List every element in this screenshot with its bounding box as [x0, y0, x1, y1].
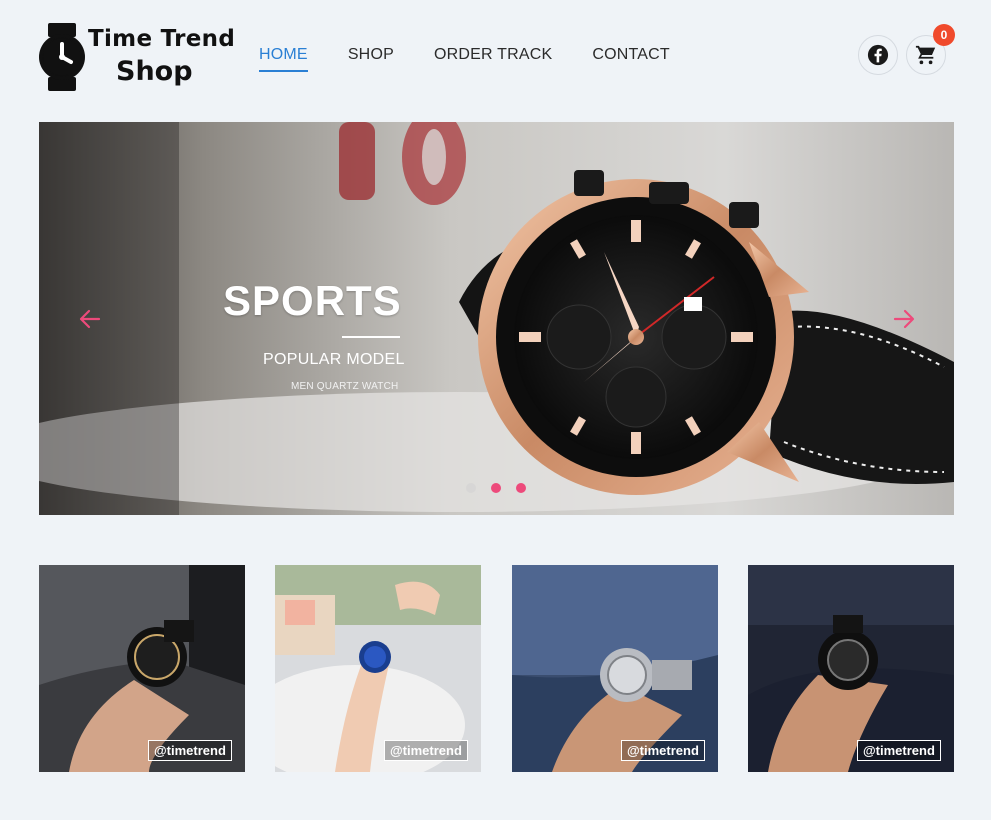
brand-name-line1: Time Trend: [88, 26, 236, 52]
slider-prev-button[interactable]: [77, 308, 103, 330]
site-header: Time Trend Shop HOME SHOP ORDER TRACK CO…: [0, 0, 991, 110]
gallery-tile[interactable]: @timetrend: [39, 565, 245, 772]
arrow-right-icon: [893, 309, 915, 329]
hero-subtitle: POPULAR MODEL: [263, 351, 405, 368]
gallery-tile[interactable]: @timetrend: [512, 565, 718, 772]
instagram-handle-tag: @timetrend: [384, 740, 468, 761]
gallery-tile[interactable]: @timetrend: [275, 565, 481, 772]
instagram-handle-tag: @timetrend: [857, 740, 941, 761]
slider-dots: [466, 483, 526, 493]
hero-slider: SPORTS POPULAR MODEL MEN QUARTZ WATCH: [39, 122, 954, 515]
cart-count-badge: 0: [933, 24, 955, 46]
facebook-button[interactable]: [858, 35, 898, 75]
nav-item-contact[interactable]: CONTACT: [592, 46, 670, 72]
hero-divider: [342, 336, 400, 338]
hero-title: SPORTS: [223, 277, 402, 324]
instagram-handle-tag: @timetrend: [148, 740, 232, 761]
instagram-gallery: @timetrend @timetrend @timetrend @timetr…: [39, 565, 954, 772]
nav-item-order-track[interactable]: ORDER TRACK: [434, 46, 552, 72]
cart-icon: [915, 45, 936, 65]
slider-dot-2[interactable]: [491, 483, 501, 493]
brand-logo[interactable]: Time Trend Shop: [38, 22, 236, 92]
hero-caption: MEN QUARTZ WATCH: [291, 381, 399, 392]
nav-item-home[interactable]: HOME: [259, 46, 308, 72]
facebook-icon: [867, 44, 889, 66]
main-nav: HOME SHOP ORDER TRACK CONTACT: [259, 46, 710, 72]
gallery-tile[interactable]: @timetrend: [748, 565, 954, 772]
hero-watch-image: [39, 122, 954, 515]
nav-item-shop[interactable]: SHOP: [348, 46, 394, 72]
slider-dot-3[interactable]: [516, 483, 526, 493]
arrow-left-icon: [79, 309, 101, 329]
watch-logo-icon: [39, 23, 85, 91]
instagram-handle-tag: @timetrend: [621, 740, 705, 761]
slider-next-button[interactable]: [891, 308, 917, 330]
slider-dot-1[interactable]: [466, 483, 476, 493]
brand-name-line2: Shop: [116, 56, 193, 87]
